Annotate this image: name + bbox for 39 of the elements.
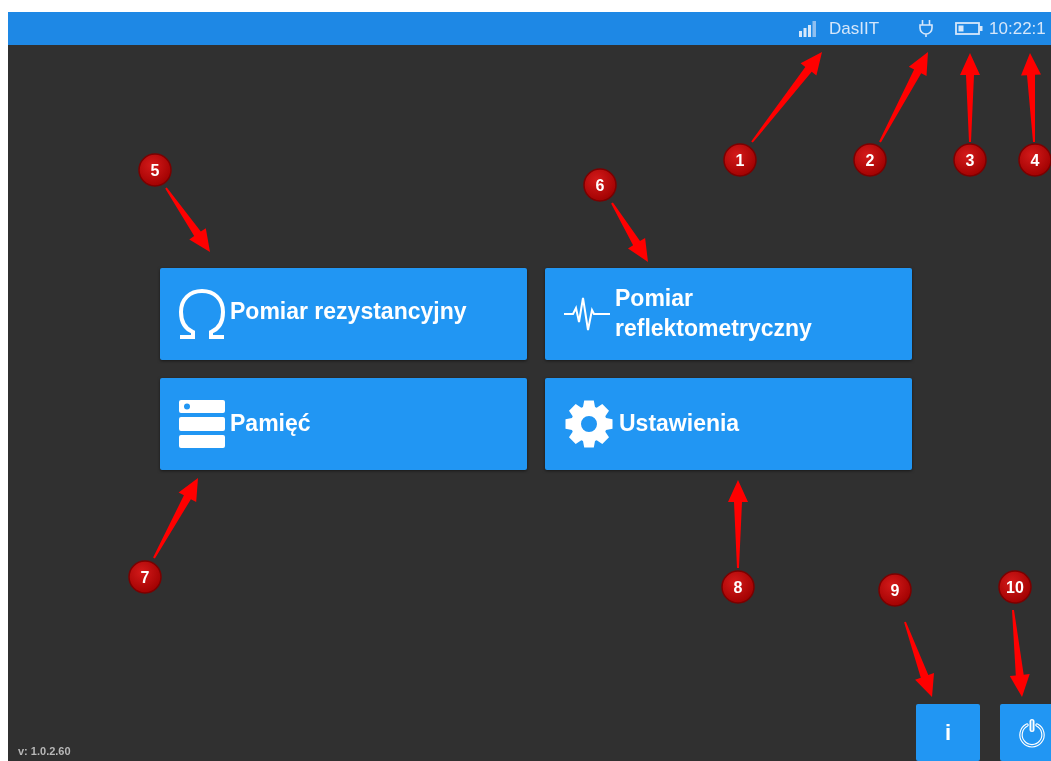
callout-badge [1018, 143, 1051, 177]
callout-badge [998, 570, 1032, 604]
callout-badge [128, 560, 162, 594]
callout-number: 3 [965, 152, 975, 169]
callout-badge [138, 153, 172, 187]
network-name: DasIIT [829, 18, 880, 39]
menu-button[interactable]: Pomiar rezystancyjny [160, 268, 527, 360]
callout-number: 7 [140, 569, 150, 586]
settings-icon [563, 398, 615, 450]
callout-number: 4 [1030, 152, 1040, 169]
callout-badge [853, 143, 887, 177]
info-button[interactable]: i [916, 704, 980, 761]
plug-icon [919, 20, 934, 37]
callout-number: 2 [865, 152, 875, 169]
callout-badge [723, 143, 757, 177]
callout-number: 9 [890, 582, 900, 599]
signal-icon [799, 20, 817, 37]
callout-badge [878, 573, 912, 607]
clock-time: 10:22:1 [989, 18, 1046, 39]
callout-arrow [165, 187, 210, 252]
callout-number: 8 [733, 579, 743, 596]
power-button[interactable] [1000, 704, 1051, 761]
power-icon [1018, 717, 1046, 748]
menu-button[interactable]: Pomiar reflektometryczny [545, 268, 912, 360]
callout-badge [953, 143, 987, 177]
callout-number: 5 [150, 162, 160, 179]
pulse-wave-icon [563, 296, 611, 332]
server-stack-icon [178, 399, 226, 449]
menu-button[interactable]: Pamięć [160, 378, 527, 470]
omega-icon [178, 288, 226, 340]
callout-number: 6 [595, 177, 605, 194]
callout-arrow [611, 202, 648, 262]
menu-button[interactable]: Ustawienia [545, 378, 912, 470]
battery-icon [955, 22, 984, 35]
callout-number: 10 [1006, 579, 1024, 596]
version-label: v: 1.0.2.60 [18, 745, 71, 757]
callout-badge [583, 168, 617, 202]
callout-number: 1 [735, 152, 745, 169]
callout-badge [721, 570, 755, 604]
